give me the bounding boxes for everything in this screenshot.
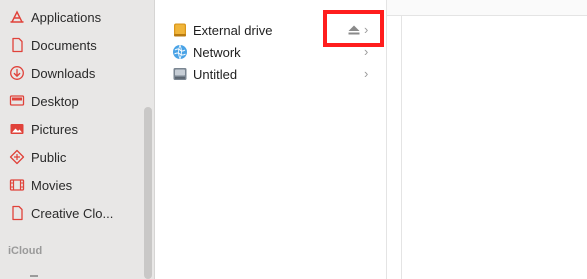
sidebar-item-label: Pictures bbox=[31, 121, 78, 137]
external-drive-icon bbox=[172, 22, 188, 38]
column-header-strip bbox=[387, 0, 587, 16]
sidebar-item-label: Creative Clo... bbox=[31, 205, 114, 221]
disk-icon bbox=[172, 66, 188, 82]
sidebar-item-label: Downloads bbox=[31, 65, 96, 81]
sidebar-item-public[interactable]: Public bbox=[0, 144, 146, 170]
finder-window: Applications Documents Downloads Desktop bbox=[0, 0, 587, 279]
sidebar-item-label: Applications bbox=[31, 9, 102, 25]
desktop-icon bbox=[9, 93, 25, 109]
sidebar-section-icloud: iCloud bbox=[8, 245, 43, 257]
sidebar-item-applications[interactable]: Applications bbox=[0, 4, 146, 30]
sidebar-item-downloads[interactable]: Downloads bbox=[0, 60, 146, 86]
document-icon bbox=[9, 205, 25, 221]
document-icon bbox=[9, 37, 25, 53]
sidebar-item-label: Public bbox=[31, 149, 67, 165]
movies-icon bbox=[9, 177, 25, 193]
list-item-untitled[interactable]: Untitled bbox=[172, 63, 382, 85]
sidebar-scrollbar[interactable] bbox=[144, 107, 152, 279]
sidebar-item-creative-cloud[interactable]: Creative Clo... bbox=[0, 200, 146, 226]
download-icon bbox=[9, 65, 25, 81]
list-item-label: Network bbox=[193, 44, 241, 60]
list-item-label: External drive bbox=[193, 22, 273, 38]
sidebar-item-movies[interactable]: Movies bbox=[0, 172, 146, 198]
public-icon bbox=[9, 149, 25, 165]
sidebar-item-label: Desktop bbox=[31, 93, 79, 109]
chevron-right-icon: › bbox=[364, 66, 369, 81]
sidebar-item-desktop[interactable]: Desktop bbox=[0, 88, 146, 114]
network-icon bbox=[172, 44, 188, 60]
list-item-label: Untitled bbox=[193, 66, 238, 82]
sidebar-item-label: Movies bbox=[31, 177, 73, 193]
sidebar-item-documents[interactable]: Documents bbox=[0, 32, 146, 58]
column-divider[interactable] bbox=[401, 16, 402, 279]
applications-icon bbox=[9, 9, 25, 25]
cloud-icon bbox=[30, 275, 38, 279]
sidebar-item-pictures[interactable]: Pictures bbox=[0, 116, 146, 142]
sidebar: Applications Documents Downloads Desktop bbox=[0, 0, 155, 279]
highlight-box bbox=[323, 10, 384, 47]
pictures-icon bbox=[9, 121, 25, 137]
sidebar-item-label: Documents bbox=[31, 37, 97, 53]
